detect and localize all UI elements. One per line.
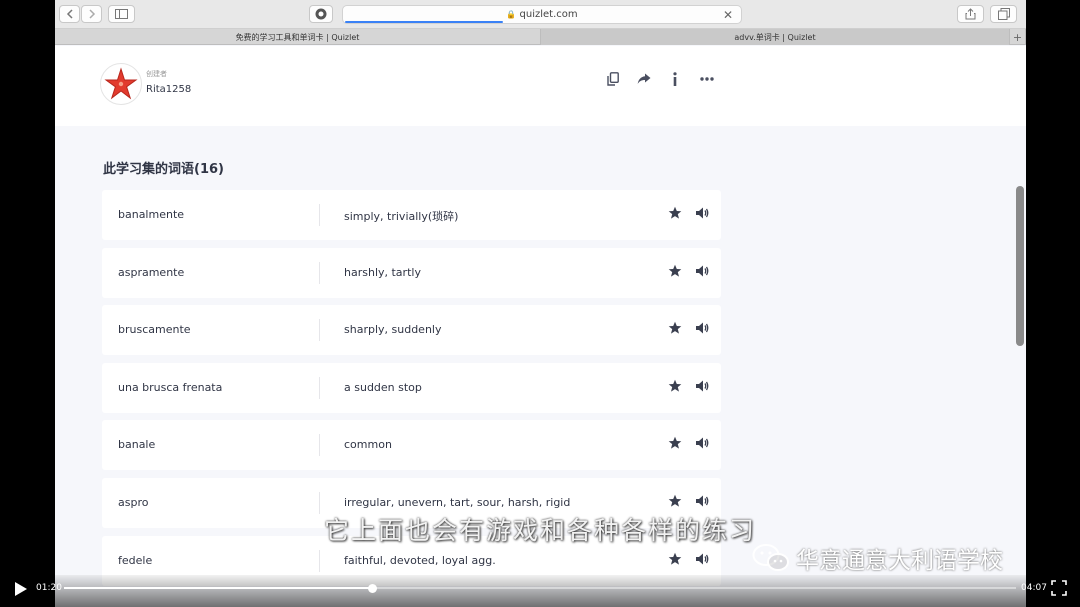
info-icon [673, 72, 677, 86]
definition-text: harshly, tartly [344, 265, 421, 279]
speaker-icon[interactable] [695, 264, 709, 278]
card-divider [319, 434, 320, 457]
share-set-button[interactable] [633, 68, 655, 90]
more-icon [700, 77, 714, 81]
speaker-icon[interactable] [695, 321, 709, 335]
sidebar-icon [115, 9, 128, 19]
fullscreen-icon[interactable] [1051, 580, 1067, 596]
term-card[interactable]: una brusca frenata a sudden stop [102, 362, 721, 413]
tab-label: advv.单词卡 | Quizlet [734, 32, 816, 42]
definition-text: common [344, 438, 392, 452]
tabs-icon [997, 8, 1010, 20]
progress-handle[interactable] [367, 584, 377, 593]
term-text: banalmente [118, 208, 185, 221]
page-scrollbar[interactable] [1016, 186, 1024, 346]
extension-button[interactable] [309, 5, 333, 23]
tab-bar: 免费的学习工具和单词卡 | Quizlet advv.单词卡 | Quizlet… [55, 29, 1026, 45]
speaker-icon[interactable] [695, 494, 709, 508]
forward-button[interactable] [81, 5, 102, 23]
share-button[interactable] [957, 5, 984, 23]
terms-heading: 此学习集的词语(16) [103, 162, 224, 177]
close-icon[interactable]: ✕ [723, 8, 733, 22]
creator-bar: 创建者 Rita1258 [55, 46, 1026, 126]
chevron-left-icon [66, 9, 73, 19]
term-text: aspramente [118, 265, 185, 279]
tab-quizlet-home[interactable]: 免费的学习工具和单词卡 | Quizlet [55, 29, 541, 45]
term-card[interactable]: banalmente simply, trivially(琐碎) [102, 190, 721, 240]
term-card[interactable]: banale common [102, 420, 721, 471]
chevron-right-icon [88, 9, 95, 19]
term-card[interactable]: bruscamente sharply, suddenly [102, 305, 721, 356]
tab-label: 免费的学习工具和单词卡 | Quizlet [235, 32, 360, 42]
speaker-icon[interactable] [695, 436, 709, 450]
lock-icon: 🔒 [506, 10, 517, 19]
info-button[interactable] [664, 68, 686, 90]
creator-label: 创建者 [146, 70, 167, 78]
speaker-icon[interactable] [695, 206, 709, 220]
back-button[interactable] [59, 5, 80, 23]
term-text: fedele [118, 553, 153, 567]
star-icon[interactable] [668, 321, 682, 335]
star-icon[interactable] [668, 379, 682, 393]
card-divider [319, 376, 320, 399]
creator-name[interactable]: Rita1258 [146, 84, 191, 95]
starfish-icon [104, 67, 138, 100]
star-icon[interactable] [668, 206, 682, 220]
share-icon [965, 8, 976, 20]
tab-advv-flashcards[interactable]: advv.单词卡 | Quizlet [541, 29, 1010, 45]
copy-icon [607, 72, 619, 86]
term-text: bruscamente [118, 323, 191, 337]
browser-toolbar: 🔒 quizlet.com ✕ [55, 0, 1026, 29]
url-text: quizlet.com [519, 9, 578, 20]
term-text: banale [118, 438, 156, 452]
avatar[interactable] [100, 63, 142, 105]
tabs-overview-button[interactable] [990, 5, 1017, 23]
term-card[interactable]: aspramente harshly, tartly [102, 247, 721, 298]
watermark-text: 华意通意大利语学校 [796, 548, 1003, 574]
speaker-icon[interactable] [695, 552, 709, 566]
star-icon[interactable] [668, 264, 682, 278]
definition-text: a sudden stop [344, 380, 422, 394]
wechat-icon [752, 544, 789, 571]
term-text: una brusca frenata [118, 380, 223, 394]
card-divider [319, 549, 320, 572]
plus-icon: + [1012, 30, 1023, 44]
speaker-icon[interactable] [695, 379, 709, 393]
card-divider [319, 319, 320, 342]
video-frame: 🔒 quizlet.com ✕ 免费的学习工具和单词卡 | Quizlet ad… [0, 0, 1080, 607]
privacy-icon [315, 8, 327, 20]
progress-fill [64, 587, 373, 589]
sidebar-button[interactable] [108, 5, 135, 23]
term-text: aspro [118, 496, 149, 509]
address-text: 🔒 quizlet.com [343, 9, 741, 20]
copy-button[interactable] [602, 68, 624, 90]
play-icon[interactable] [14, 581, 28, 597]
star-icon[interactable] [668, 436, 682, 450]
progress-track[interactable] [64, 584, 1016, 593]
definition-text: sharply, suddenly [344, 323, 442, 337]
new-tab-button[interactable]: + [1010, 29, 1026, 45]
definition-text: irregular, unevern, tart, sour, harsh, r… [344, 496, 571, 509]
definition-text: simply, trivially(琐碎) [344, 210, 459, 223]
card-divider [319, 261, 320, 284]
duration: 04:07 [1021, 583, 1047, 593]
video-controls: 01:20 04:07 [0, 575, 1080, 607]
definition-text: faithful, devoted, loyal agg. [344, 553, 496, 567]
page-load-progress [345, 21, 503, 23]
address-bar[interactable]: 🔒 quizlet.com ✕ [342, 5, 742, 24]
star-icon[interactable] [668, 552, 682, 566]
current-time: 01:20 [36, 583, 62, 593]
channel-watermark: 华意通意大利语学校 [752, 541, 1003, 575]
star-icon[interactable] [668, 494, 682, 508]
share-arrow-icon [637, 73, 651, 84]
more-options-button[interactable] [696, 68, 718, 90]
card-divider [319, 204, 320, 226]
